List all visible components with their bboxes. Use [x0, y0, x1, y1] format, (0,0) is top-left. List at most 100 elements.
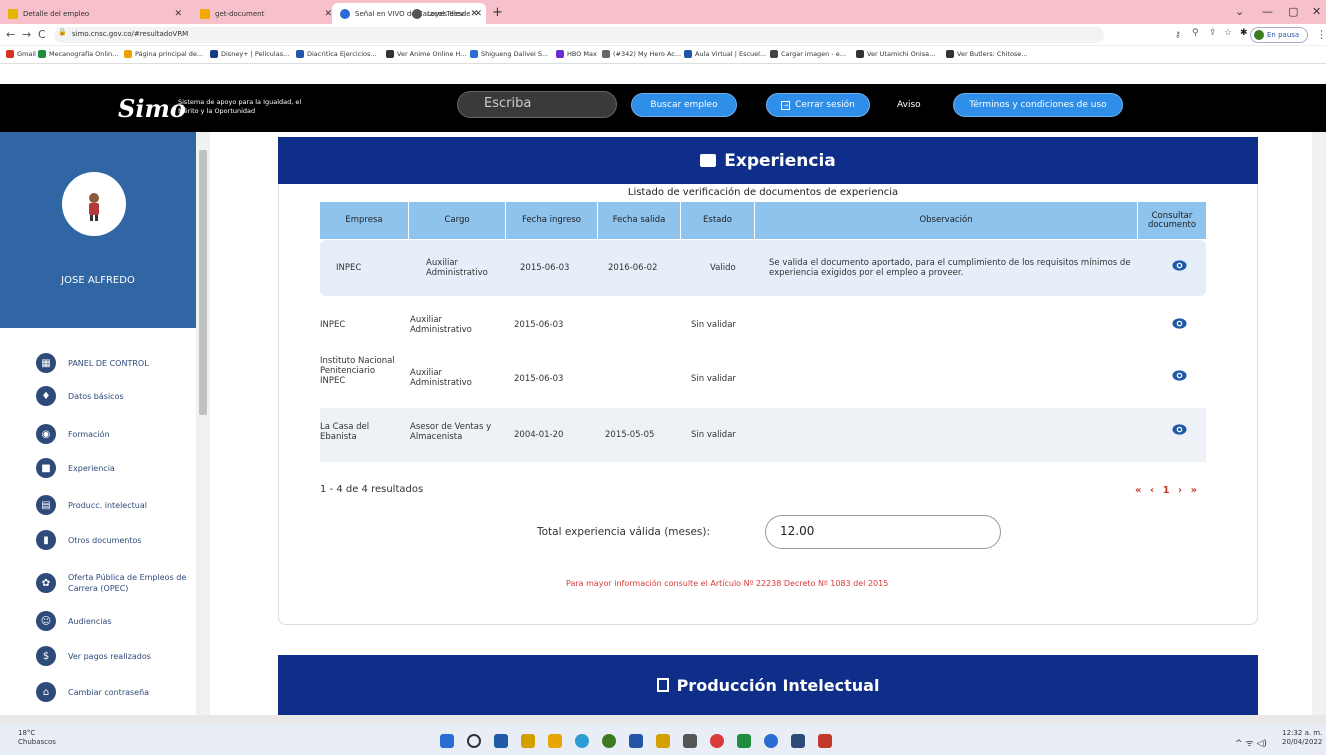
terminos-button[interactable]: Términos y condiciones de uso	[953, 93, 1123, 117]
eye-icon[interactable]	[1172, 258, 1187, 273]
bookmark-item[interactable]: Ver Butlers: Chitose...	[946, 50, 1028, 58]
sidebar-item-panel-control[interactable]: ▦ PANEL DE CONTROL	[0, 347, 196, 379]
star-icon[interactable]: ☆	[1224, 28, 1232, 38]
pager-first-button[interactable]: «	[1135, 485, 1141, 496]
buscar-empleo-button[interactable]: Buscar empleo	[631, 93, 737, 117]
bookmark-item[interactable]: (#342) My Hero Ac...	[602, 50, 681, 58]
tab-list-chevron-icon[interactable]: ⌄	[1235, 5, 1244, 18]
pager-page-1[interactable]: 1	[1163, 485, 1170, 496]
url-field[interactable]: simo.cnsc.gov.co/#resultadoVRM	[54, 27, 1104, 43]
aviso-link[interactable]: Aviso	[897, 100, 921, 110]
simo-logo[interactable]: Simo	[118, 94, 186, 123]
system-tray[interactable]: ^ ᯤ ◁)	[1235, 736, 1267, 749]
share-icon[interactable]: ⇪	[1209, 28, 1217, 38]
cerrar-sesion-button[interactable]: → Cerrar sesión	[766, 93, 870, 117]
tab-close-icon[interactable]: ✕	[324, 9, 332, 19]
bookmark-label: HBO Max	[567, 50, 597, 58]
maximize-button[interactable]: ▢	[1288, 5, 1298, 18]
tab-close-icon[interactable]: ✕	[474, 9, 482, 19]
horizontal-scrollbar[interactable]	[0, 715, 1326, 725]
tab-detalle-empleo[interactable]: Detalle del empleo ✕	[0, 3, 190, 24]
cell-fecha-ingreso: 2004-01-20	[514, 430, 564, 440]
sidebar-item-label: Ver pagos realizados	[68, 651, 151, 661]
cell-empresa: INPEC	[320, 320, 346, 330]
back-arrow-icon[interactable]: ←	[6, 28, 15, 41]
sidebar-item-otros-documentos[interactable]: ▮ Otros documentos	[0, 524, 196, 556]
bookmark-item[interactable]: Gmail	[6, 50, 36, 58]
bookmark-item[interactable]: Cargar imagen - e...	[770, 50, 846, 58]
weather-widget[interactable]: 18°C Chubascos	[18, 729, 56, 747]
graduation-icon: ◉	[36, 424, 56, 444]
main-scrollbar[interactable]	[1312, 132, 1326, 715]
sidebar-item-produccion[interactable]: ▤ Producc. intelectual	[0, 489, 196, 521]
total-experiencia-field[interactable]: 12.00	[765, 515, 1001, 549]
tab-close-icon[interactable]: ✕	[174, 9, 182, 19]
pager-prev-button[interactable]: ‹	[1150, 485, 1154, 496]
app-icon[interactable]	[683, 734, 697, 748]
chrome-icon[interactable]	[602, 734, 616, 748]
cell-fecha-ingreso: 2015-06-03	[520, 263, 570, 273]
tab-label: Leyes desde 1992 - Vigencia exp	[427, 9, 474, 18]
settings-icon[interactable]	[764, 734, 778, 748]
taskbar-clock[interactable]: 12:32 a. m. 20/04/2022	[1282, 729, 1322, 747]
app-icon[interactable]	[737, 734, 751, 748]
profile-paused-button[interactable]: En pausa	[1250, 27, 1308, 43]
task-view-icon[interactable]	[494, 734, 508, 748]
sidebar-item-audiencias[interactable]: ☺ Audiencias	[0, 605, 196, 637]
sidebar-item-datos-basicos[interactable]: ♦ Datos básicos	[0, 380, 196, 412]
bookmark-item[interactable]: Ver Anime Online H...	[386, 50, 466, 58]
table-row: La Casa del Ebanista Asesor de Ventas y …	[320, 408, 1206, 462]
bookmark-favicon-icon	[6, 50, 14, 58]
folder-icon[interactable]	[656, 734, 670, 748]
minimize-button[interactable]: —	[1262, 5, 1273, 18]
windows-start-icon[interactable]	[440, 734, 454, 748]
store-icon[interactable]	[629, 734, 643, 748]
book-icon: ▤	[36, 495, 56, 515]
edge-icon[interactable]	[575, 734, 589, 748]
tab-leyes[interactable]: Leyes desde 1992 - Vigencia exp ✕	[404, 3, 490, 24]
widgets-icon[interactable]	[521, 734, 535, 748]
search-input[interactable]: Escriba	[457, 91, 617, 118]
close-window-button[interactable]: ✕	[1312, 5, 1321, 18]
buscar-label: Buscar empleo	[650, 100, 718, 110]
sidebar-item-contrasena[interactable]: ⌂ Cambiar contraseña	[0, 676, 196, 708]
info-note[interactable]: Para mayor información consulte el Artíc…	[566, 579, 888, 588]
bookmark-item[interactable]: Página principal de...	[124, 50, 203, 58]
app-icon[interactable]	[791, 734, 805, 748]
bookmark-item[interactable]: Ver Utamichi Onisa...	[856, 50, 935, 58]
sidebar-item-formacion[interactable]: ◉ Formación	[0, 418, 196, 450]
eye-icon[interactable]	[1172, 422, 1187, 437]
tab-get-document[interactable]: get-document ✕	[192, 3, 340, 24]
table-header: Empresa Cargo Fecha ingreso Fecha salida…	[320, 202, 1206, 239]
bookmark-favicon-icon	[210, 50, 218, 58]
eye-icon[interactable]	[1172, 316, 1187, 331]
pager-next-button[interactable]: ›	[1178, 485, 1182, 496]
key-icon[interactable]: ⚷	[1175, 30, 1181, 39]
sidebar-item-opec[interactable]: ✿ Oferta Pública de Empleos de Carrera (O…	[0, 563, 196, 603]
sidebar-scrollbar-thumb[interactable]	[199, 150, 207, 415]
column-header: Consultar documento	[1147, 210, 1197, 230]
pager-last-button[interactable]: »	[1191, 485, 1197, 496]
bookmark-item[interactable]: Aula Virtual | Escuel...	[684, 50, 766, 58]
reload-icon[interactable]: C	[38, 28, 46, 41]
bookmark-item[interactable]: Disney+ | Películas...	[210, 50, 289, 58]
bookmark-item[interactable]: Mecanografía Onlin...	[38, 50, 118, 58]
bookmark-item[interactable]: Diacritica Ejercicios...	[296, 50, 377, 58]
forward-arrow-icon[interactable]: →	[22, 28, 31, 41]
app-icon[interactable]	[710, 734, 724, 748]
cell-estado: Sin validar	[691, 320, 736, 330]
file-explorer-icon[interactable]	[548, 734, 562, 748]
extensions-icon[interactable]: ✱	[1240, 28, 1248, 38]
pdf-reader-icon[interactable]	[818, 734, 832, 748]
eye-icon[interactable]	[1172, 368, 1187, 383]
sidebar-item-pagos[interactable]: $ Ver pagos realizados	[0, 640, 196, 672]
bookmark-item[interactable]: HBO Max	[556, 50, 597, 58]
search-icon[interactable]	[467, 734, 481, 748]
bookmark-item[interactable]: Shigueng Dalivei S...	[470, 50, 548, 58]
menu-dots-icon[interactable]: ⋮	[1316, 28, 1326, 41]
new-tab-button[interactable]: +	[492, 5, 503, 20]
zoom-icon[interactable]: ⚲	[1192, 28, 1199, 38]
sidebar-item-label: Datos básicos	[68, 391, 124, 401]
experiencia-header: Experiencia	[278, 137, 1258, 184]
sidebar-item-experiencia[interactable]: ■ Experiencia	[0, 452, 196, 484]
